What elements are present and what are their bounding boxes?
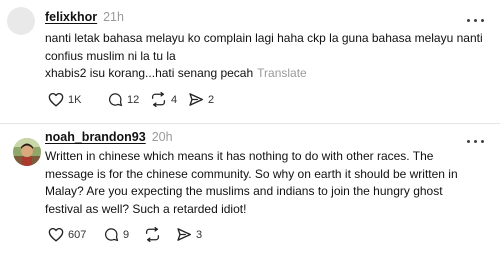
- post-line: Written in chinese which means it has no…: [45, 149, 434, 163]
- timestamp: 21h: [103, 10, 124, 24]
- like-count: 607: [68, 228, 87, 241]
- heart-icon: [48, 227, 64, 242]
- post-line: nanti letak bahasa melayu ko complain la…: [45, 31, 483, 45]
- like-button[interactable]: 607: [48, 227, 104, 242]
- like-button[interactable]: 1K: [48, 92, 108, 107]
- post-actions: 1K 12 4 2: [48, 92, 214, 107]
- more-icon[interactable]: [464, 14, 486, 26]
- reply-button[interactable]: 9: [104, 227, 144, 242]
- post-line: Malay? Are you expecting the muslims and…: [45, 184, 443, 199]
- username[interactable]: noah_brandon93: [45, 130, 146, 144]
- comment-icon: [108, 92, 123, 107]
- post-text: nanti letak bahasa melayu ko complain la…: [45, 30, 490, 83]
- share-icon: [176, 227, 192, 242]
- heart-icon: [48, 92, 64, 107]
- username[interactable]: felixkhor: [45, 10, 97, 24]
- repost-button[interactable]: [144, 227, 176, 242]
- repost-icon: [144, 227, 161, 242]
- reply-count: 12: [127, 93, 140, 106]
- post-line: xhabis2 isu korang...hati senang pecah Tr…: [45, 66, 307, 80]
- post-line: festival as well? Such a retarded idiot!: [45, 202, 247, 217]
- share-button[interactable]: 3: [176, 227, 202, 242]
- comment-icon: [104, 227, 119, 242]
- like-count: 1K: [68, 93, 82, 106]
- post-header: felixkhor 21h: [45, 10, 124, 24]
- post-actions: 607 9 3: [48, 227, 202, 242]
- translate-link[interactable]: Translate: [257, 66, 307, 80]
- more-icon[interactable]: [464, 135, 486, 147]
- post-line: message is for the chinese community. So…: [45, 166, 458, 181]
- avatar[interactable]: [13, 138, 41, 166]
- avatar[interactable]: [7, 7, 35, 35]
- post-text: Written in chinese which means it has no…: [45, 148, 495, 219]
- post-felixkhor: felixkhor 21h nanti letak bahasa melayu …: [0, 0, 500, 123]
- timestamp: 20h: [151, 130, 173, 144]
- share-count: 3: [196, 228, 203, 241]
- repost-count: 4: [171, 93, 178, 106]
- share-button[interactable]: 2: [188, 92, 214, 107]
- reply-count: 9: [123, 228, 130, 241]
- reply-button[interactable]: 12: [108, 92, 150, 107]
- share-count: 2: [208, 93, 215, 106]
- post-header: noah_brandon93 20h: [45, 130, 173, 144]
- repost-button[interactable]: 4: [150, 92, 188, 107]
- post-line: confius muslim ni la tu la: [45, 48, 176, 63]
- share-icon: [188, 92, 204, 107]
- repost-icon: [150, 92, 167, 107]
